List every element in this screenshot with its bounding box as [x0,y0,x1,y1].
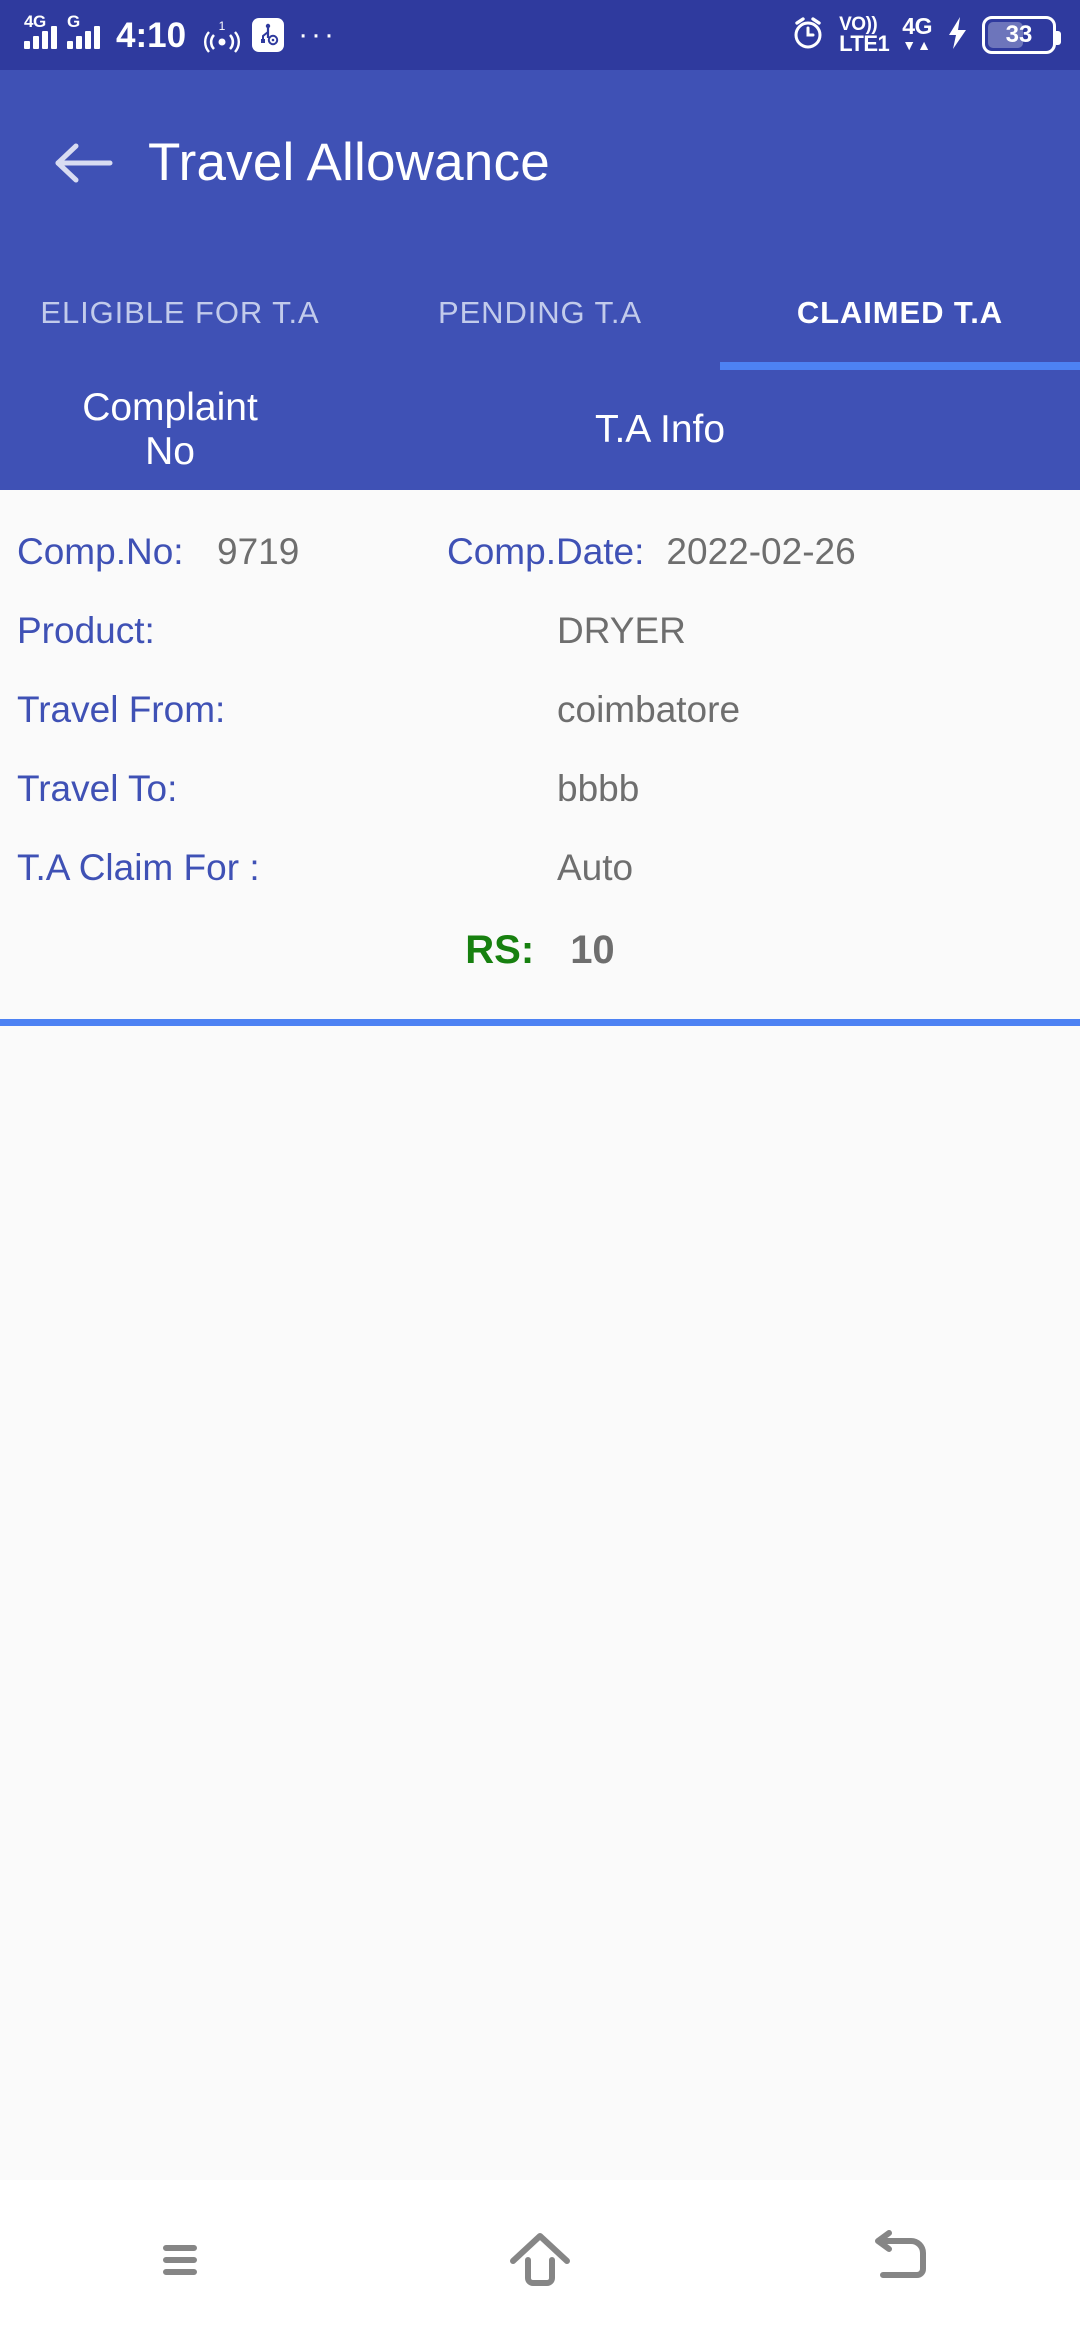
svg-text:1: 1 [219,20,226,33]
row-product: Product: DRYER [0,591,1080,670]
travel-from-label: Travel From: [17,688,226,730]
network-type-sim1: 4G [24,12,46,31]
travel-to-label: Travel To: [17,767,178,809]
app-bar: Travel Allowance [0,70,1080,255]
status-bar: 4G G 4:10 1 ··· VO)) LTE1 4G ▼▲ 33 [0,0,1080,70]
product-label: Product: [17,609,155,651]
comp-date-value: 2022-02-26 [666,530,856,572]
system-navigation-bar [0,2180,1080,2340]
battery-icon: 33 [982,16,1061,54]
column-header-complaint-no: Complaint No [0,386,340,475]
status-bar-clock: 4:10 [116,15,187,55]
usb-debug-icon [252,18,285,52]
product-value: DRYER [557,609,686,651]
back-arrow-icon[interactable] [28,138,138,188]
network-type-sim2: G [67,12,80,31]
travel-to-value: bbbb [557,767,640,809]
hotspot-icon: 1 [202,19,242,53]
row-complaint-number: Comp.No: 9719 Comp.Date: 2022-02-26 [0,512,1080,591]
mobile-data-type: 4G [902,13,932,40]
tab-bar: ELIGIBLE FOR T.A PENDING T.A CLAIMED T.A [0,255,1080,370]
tab-claimed-ta[interactable]: CLAIMED T.A [720,255,1080,370]
menu-recents-icon[interactable] [90,2200,270,2320]
phone-screen: 4G G 4:10 1 ··· VO)) LTE1 4G ▼▲ 33 Trave… [0,0,1080,2340]
mobile-data-icon: 4G ▼▲ [902,13,932,54]
empty-list-area [0,1026,1080,2178]
row-travel-from: Travel From: coimbatore [0,670,1080,749]
alarm-clock-icon [790,15,826,56]
status-bar-right: VO)) LTE1 4G ▼▲ 33 [790,13,1061,56]
back-nav-icon[interactable] [810,2200,990,2320]
comp-no-label: Comp.No: [17,530,184,572]
claimed-ta-record-card[interactable]: Comp.No: 9719 Comp.Date: 2022-02-26 Prod… [0,490,1080,1015]
travel-from-value: coimbatore [557,688,741,730]
table-column-header: Complaint No T.A Info [0,370,1080,490]
mobile-data-arrows: ▼▲ [902,37,932,54]
card-bottom-divider [0,1019,1080,1026]
amount-value: 10 [570,927,615,972]
row-ta-claim-for: T.A Claim For : Auto [0,828,1080,907]
status-overflow-dots: ··· [298,18,338,51]
page-title: Travel Allowance [148,133,550,192]
home-icon[interactable] [450,2200,630,2320]
tab-pending-ta[interactable]: PENDING T.A [360,255,720,370]
comp-date-label: Comp.Date: [447,530,645,572]
charging-bolt-icon [945,15,969,56]
column-header-complaint-no-line1: Complaint [82,385,258,429]
signal-strength-sim2-icon: G [67,13,100,49]
amount-label: RS: [465,927,535,972]
volte-line2: LTE1 [839,30,890,56]
column-header-ta-info: T.A Info [594,408,726,451]
row-travel-to: Travel To: bbbb [0,749,1080,828]
comp-no-value: 9719 [217,530,300,572]
status-bar-left: 4G G 4:10 1 ··· [24,13,338,55]
claim-for-label: T.A Claim For : [17,846,260,888]
volte-indicator: VO)) LTE1 [839,15,890,56]
tab-eligible-for-ta[interactable]: ELIGIBLE FOR T.A [0,255,360,370]
signal-strength-sim1-icon: 4G [24,13,57,49]
battery-percent: 33 [1005,21,1033,48]
claim-for-value: Auto [557,846,634,888]
row-amount: RS: 10 [0,907,1080,993]
column-header-complaint-no-line2: No [145,430,195,473]
